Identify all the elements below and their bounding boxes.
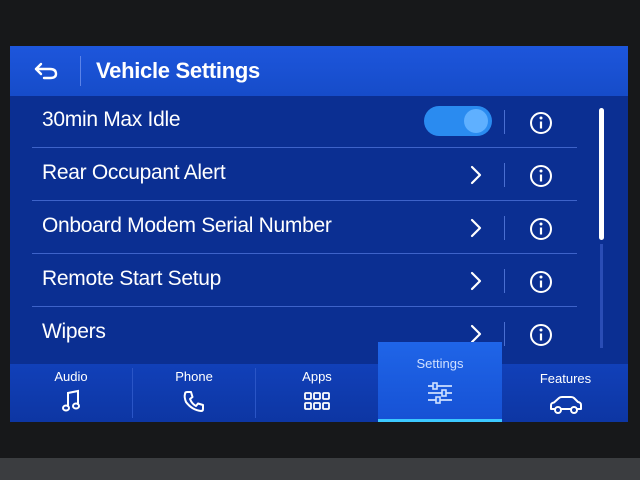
setting-row-rear-occupant-alert[interactable]: Rear Occupant Alert xyxy=(10,149,600,201)
screen-bezel xyxy=(0,458,640,480)
info-button[interactable] xyxy=(528,269,554,295)
infotainment-screen: Vehicle Settings 30min Max Idle Rear Occ… xyxy=(10,46,628,422)
scrollbar-thumb[interactable] xyxy=(599,108,604,240)
back-arrow-icon xyxy=(34,62,58,80)
row-divider xyxy=(504,110,505,134)
sliders-icon xyxy=(428,382,452,404)
info-icon xyxy=(530,324,552,346)
setting-label: Onboard Modem Serial Number xyxy=(42,214,332,237)
header-divider xyxy=(80,56,81,86)
music-note-icon xyxy=(62,389,80,412)
chevron-right-icon[interactable] xyxy=(466,163,486,187)
setting-label: 30min Max Idle xyxy=(42,108,181,131)
row-separator xyxy=(32,306,577,307)
row-divider xyxy=(504,322,505,346)
setting-label: Remote Start Setup xyxy=(42,267,222,290)
nav-phone[interactable]: Phone xyxy=(133,364,255,422)
info-button[interactable] xyxy=(528,110,554,136)
info-icon xyxy=(530,271,552,293)
toggle-knob xyxy=(464,109,488,133)
row-separator xyxy=(32,253,577,254)
setting-row-max-idle[interactable]: 30min Max Idle xyxy=(10,96,600,148)
scrollbar-track xyxy=(600,244,603,348)
nav-label: Features xyxy=(539,371,592,386)
setting-row-remote-start[interactable]: Remote Start Setup xyxy=(10,255,600,307)
nav-settings[interactable]: Settings xyxy=(378,342,502,422)
car-icon xyxy=(549,396,582,414)
setting-label: Wipers xyxy=(42,320,106,343)
chevron-right-icon[interactable] xyxy=(466,216,486,240)
row-divider xyxy=(504,163,505,187)
setting-row-modem-serial[interactable]: Onboard Modem Serial Number xyxy=(10,202,600,254)
row-separator xyxy=(32,147,577,148)
row-divider xyxy=(504,216,505,240)
phone-icon xyxy=(183,391,204,412)
apps-grid-icon xyxy=(304,392,330,410)
nav-audio[interactable]: Audio xyxy=(10,364,132,422)
header-bar: Vehicle Settings xyxy=(10,46,628,96)
settings-list: 30min Max Idle Rear Occupant Alert Onboa… xyxy=(10,96,628,350)
info-icon xyxy=(530,112,552,134)
row-divider xyxy=(504,269,505,293)
bottom-nav: Audio Phone Apps Features xyxy=(10,364,628,422)
active-tab-indicator xyxy=(378,419,502,422)
info-button[interactable] xyxy=(528,163,554,189)
nav-label: Settings xyxy=(416,356,464,371)
nav-features[interactable]: Features xyxy=(503,364,628,422)
row-separator xyxy=(32,200,577,201)
info-icon xyxy=(530,165,552,187)
back-button[interactable] xyxy=(28,56,64,86)
max-idle-toggle[interactable] xyxy=(424,106,492,136)
nav-label: Apps xyxy=(302,369,332,384)
nav-apps[interactable]: Apps xyxy=(256,364,378,422)
info-button[interactable] xyxy=(528,216,554,242)
nav-label: Audio xyxy=(54,369,88,384)
setting-row-wipers[interactable]: Wipers xyxy=(10,308,600,360)
info-button[interactable] xyxy=(528,322,554,348)
chevron-right-icon[interactable] xyxy=(466,269,486,293)
setting-label: Rear Occupant Alert xyxy=(42,161,226,184)
nav-label: Phone xyxy=(175,369,213,384)
info-icon xyxy=(530,218,552,240)
page-title: Vehicle Settings xyxy=(96,58,260,83)
